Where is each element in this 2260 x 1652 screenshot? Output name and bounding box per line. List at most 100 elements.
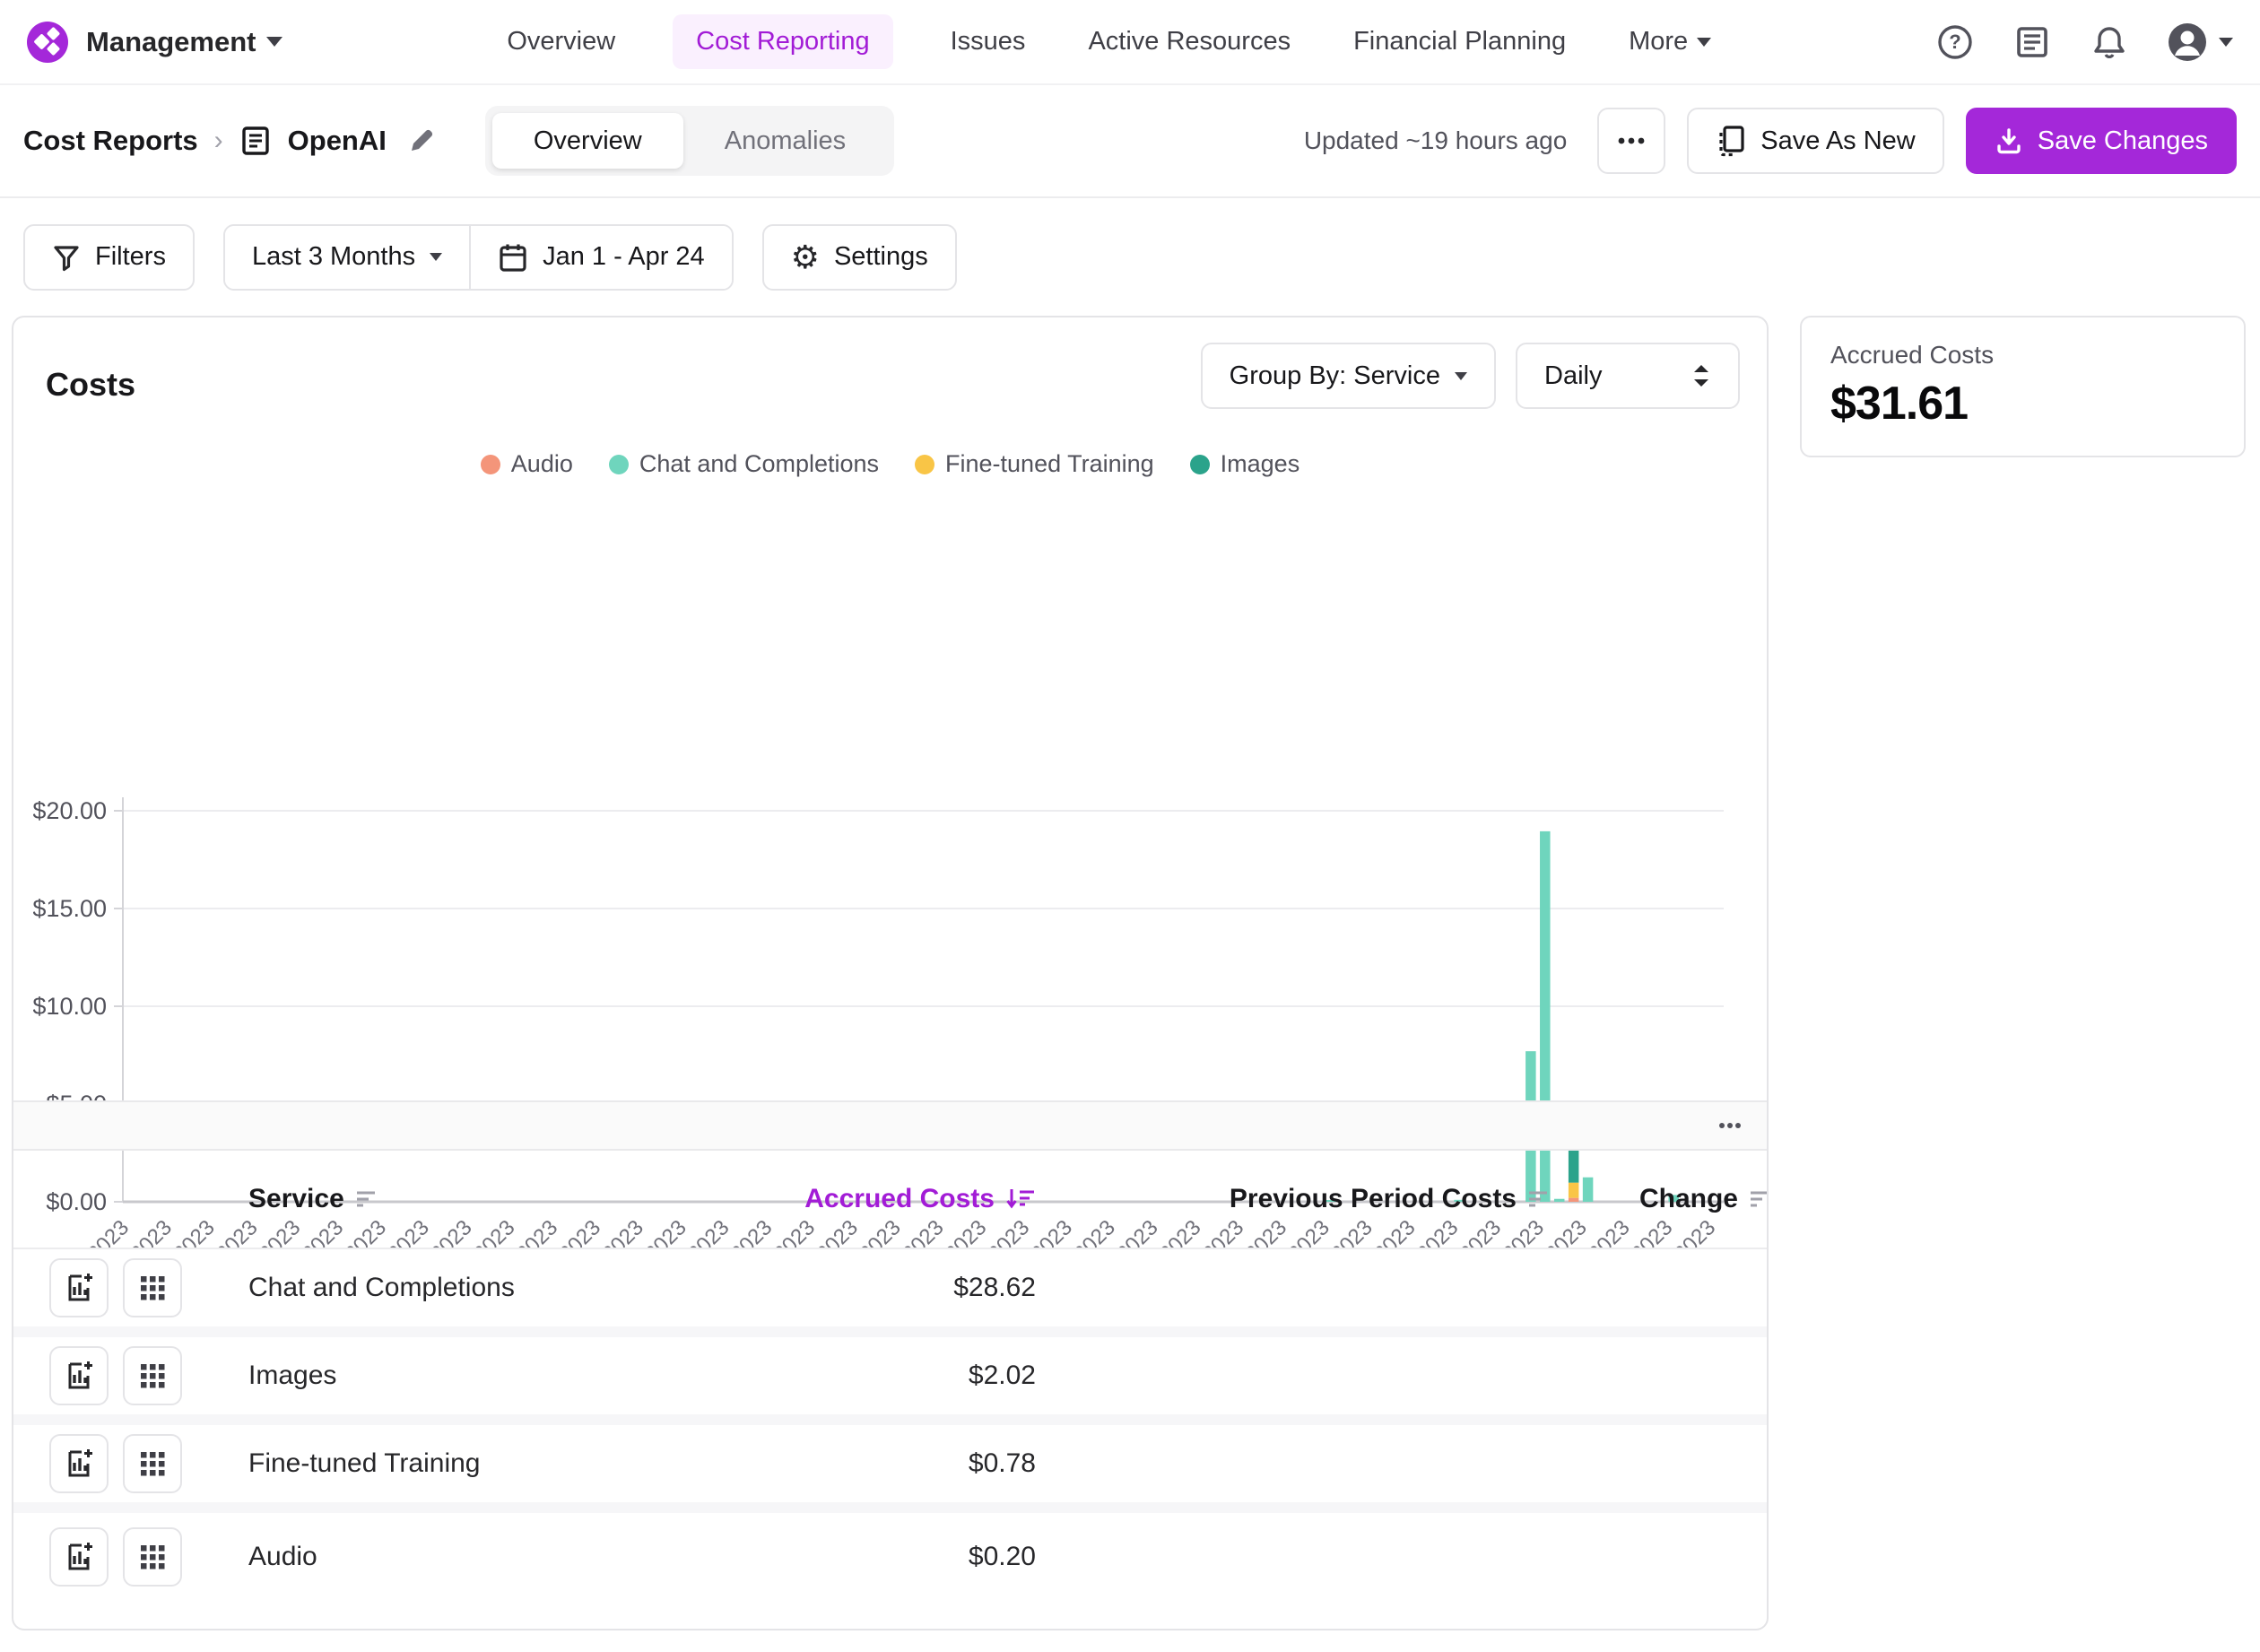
table-more-icon[interactable] <box>1718 1122 1742 1129</box>
brand-logo-icon <box>34 27 60 55</box>
funnel-icon <box>54 245 79 271</box>
top-navigation-bar: Management Overview Cost Reporting Issue… <box>0 0 2260 85</box>
nav-more[interactable]: More <box>1623 14 1717 69</box>
legend-dot <box>1189 454 1210 474</box>
save-icon <box>1997 128 2021 154</box>
chevron-down-icon <box>1697 37 1712 47</box>
changelog-icon[interactable] <box>2012 22 2052 62</box>
legend-item-fine-tuned-training[interactable]: Fine-tuned Training <box>915 450 1154 478</box>
nav-overview[interactable]: Overview <box>501 14 621 69</box>
chart-add-icon <box>68 1543 92 1570</box>
last-updated-text: Updated ~19 hours ago <box>1303 126 1568 154</box>
chevron-down-icon <box>1455 371 1467 380</box>
legend-item-chat-and-completions[interactable]: Chat and Completions <box>608 450 879 478</box>
column-header-previous-period[interactable]: Previous Period Costs <box>1036 1184 1549 1214</box>
chevron-down-icon <box>2218 37 2233 47</box>
settings-button[interactable]: ⚙ Settings <box>761 223 957 291</box>
save-changes-button[interactable]: Save Changes <box>1965 108 2237 174</box>
sort-icon <box>356 1191 375 1207</box>
grid-icon <box>141 1545 165 1569</box>
accrued-cost-value: $0.78 <box>968 1448 1036 1478</box>
drilldown-button[interactable] <box>123 1527 182 1587</box>
drilldown-button[interactable] <box>123 1346 182 1405</box>
duplicate-icon <box>1719 126 1744 157</box>
table-body: Chat and Completions $28.62 Images $2.02… <box>13 1249 1767 1601</box>
services-table: Service Accrued Costs Previous Period Co… <box>13 1151 1767 1601</box>
chevron-down-icon <box>430 253 443 261</box>
workspace-name: Management <box>86 25 256 57</box>
nav-active-resources[interactable]: Active Resources <box>1082 14 1296 69</box>
tab-anomalies[interactable]: Anomalies <box>683 113 887 169</box>
chevron-down-icon <box>266 37 283 47</box>
breadcrumb-cost-reports[interactable]: Cost Reports <box>23 125 198 157</box>
grid-icon <box>141 1364 165 1388</box>
accrued-cost-value: $2.02 <box>968 1361 1036 1390</box>
add-to-chart-button[interactable] <box>49 1527 109 1587</box>
accrued-costs-label: Accrued Costs <box>1830 341 1995 369</box>
legend-item-audio[interactable]: Audio <box>480 450 573 478</box>
column-header-accrued-costs[interactable]: Accrued Costs <box>795 1184 1036 1214</box>
service-name: Images <box>248 1361 337 1390</box>
table-row-audio: Audio $0.20 <box>13 1513 1767 1601</box>
accrued-cost-value: $0.20 <box>968 1542 1036 1571</box>
svg-text:?: ? <box>1949 30 1960 53</box>
table-row-chat-and-completions: Chat and Completions $28.62 <box>13 1249 1767 1337</box>
group-by-select[interactable]: Group By: Service <box>1200 343 1496 409</box>
brand-logo[interactable] <box>27 21 68 63</box>
workspace-switcher[interactable]: Management <box>86 25 283 58</box>
svg-text:$10.00: $10.00 <box>33 993 107 1020</box>
calendar-icon <box>500 244 526 272</box>
costs-report-card: Costs Group By: Service Daily Audio Chat … <box>12 316 1769 1630</box>
accrued-costs-card: Accrued Costs $31.61 <box>1800 316 2246 457</box>
gear-icon: ⚙ <box>790 238 820 275</box>
sort-icon <box>1751 1191 1767 1207</box>
svg-text:$20.00: $20.00 <box>33 797 107 824</box>
nav-cost-reporting[interactable]: Cost Reporting <box>673 14 893 69</box>
sort-desc-icon <box>1006 1189 1034 1209</box>
sort-icon <box>1529 1191 1547 1207</box>
chart-add-icon <box>68 1361 92 1389</box>
table-toolbar <box>13 1100 1767 1151</box>
legend-dot <box>480 454 500 474</box>
report-title: OpenAI <box>287 125 387 156</box>
period-select[interactable]: Last 3 Months <box>224 225 470 289</box>
chart-legend: Audio Chat and Completions Fine-tuned Trai… <box>13 450 1767 478</box>
add-to-chart-button[interactable] <box>49 1434 109 1493</box>
edit-report-name-icon[interactable] <box>406 126 437 156</box>
drilldown-button[interactable] <box>123 1258 182 1317</box>
date-range-control: Last 3 Months Jan 1 - Apr 24 <box>222 223 734 291</box>
accrued-cost-value: $28.62 <box>953 1273 1036 1302</box>
save-as-new-button[interactable]: Save As New <box>1687 108 1944 174</box>
nav-financial-planning[interactable]: Financial Planning <box>1348 14 1571 69</box>
report-header-bar: Cost Reports › OpenAI Overview Anomalies… <box>0 85 2260 198</box>
chart-add-icon <box>68 1274 92 1301</box>
report-actions: Updated ~19 hours ago Save As New Save C… <box>1304 108 2237 174</box>
granularity-select[interactable]: Daily <box>1516 343 1740 409</box>
table-row-images: Images $2.02 <box>13 1337 1767 1425</box>
column-header-service[interactable]: Service <box>248 1184 795 1214</box>
legend-item-images[interactable]: Images <box>1189 450 1300 478</box>
legend-dot <box>915 454 935 474</box>
help-icon[interactable]: ? <box>1935 22 1975 62</box>
report-icon <box>241 126 269 155</box>
filters-button[interactable]: Filters <box>23 223 195 291</box>
breadcrumb: Cost Reports › OpenAI <box>23 125 437 157</box>
nav-utility-icons: ? <box>1935 22 2233 63</box>
column-header-change[interactable]: Change <box>1549 1184 1767 1214</box>
custom-date-range[interactable]: Jan 1 - Apr 24 <box>469 225 732 289</box>
table-header-row: Service Accrued Costs Previous Period Co… <box>13 1151 1767 1249</box>
add-to-chart-button[interactable] <box>49 1258 109 1317</box>
tab-overview[interactable]: Overview <box>491 113 683 169</box>
table-row-fine-tuned-training: Fine-tuned Training $0.78 <box>13 1425 1767 1513</box>
notifications-icon[interactable] <box>2090 22 2129 62</box>
account-menu[interactable] <box>2167 22 2233 63</box>
add-to-chart-button[interactable] <box>49 1346 109 1405</box>
nav-issues[interactable]: Issues <box>945 14 1031 69</box>
drilldown-button[interactable] <box>123 1434 182 1493</box>
chevrons-up-down-icon <box>1694 365 1708 387</box>
grid-icon <box>141 1452 165 1476</box>
chart-title: Costs <box>46 366 136 403</box>
more-actions-button[interactable] <box>1597 108 1666 174</box>
legend-dot <box>608 454 629 474</box>
breadcrumb-separator: › <box>213 126 223 155</box>
